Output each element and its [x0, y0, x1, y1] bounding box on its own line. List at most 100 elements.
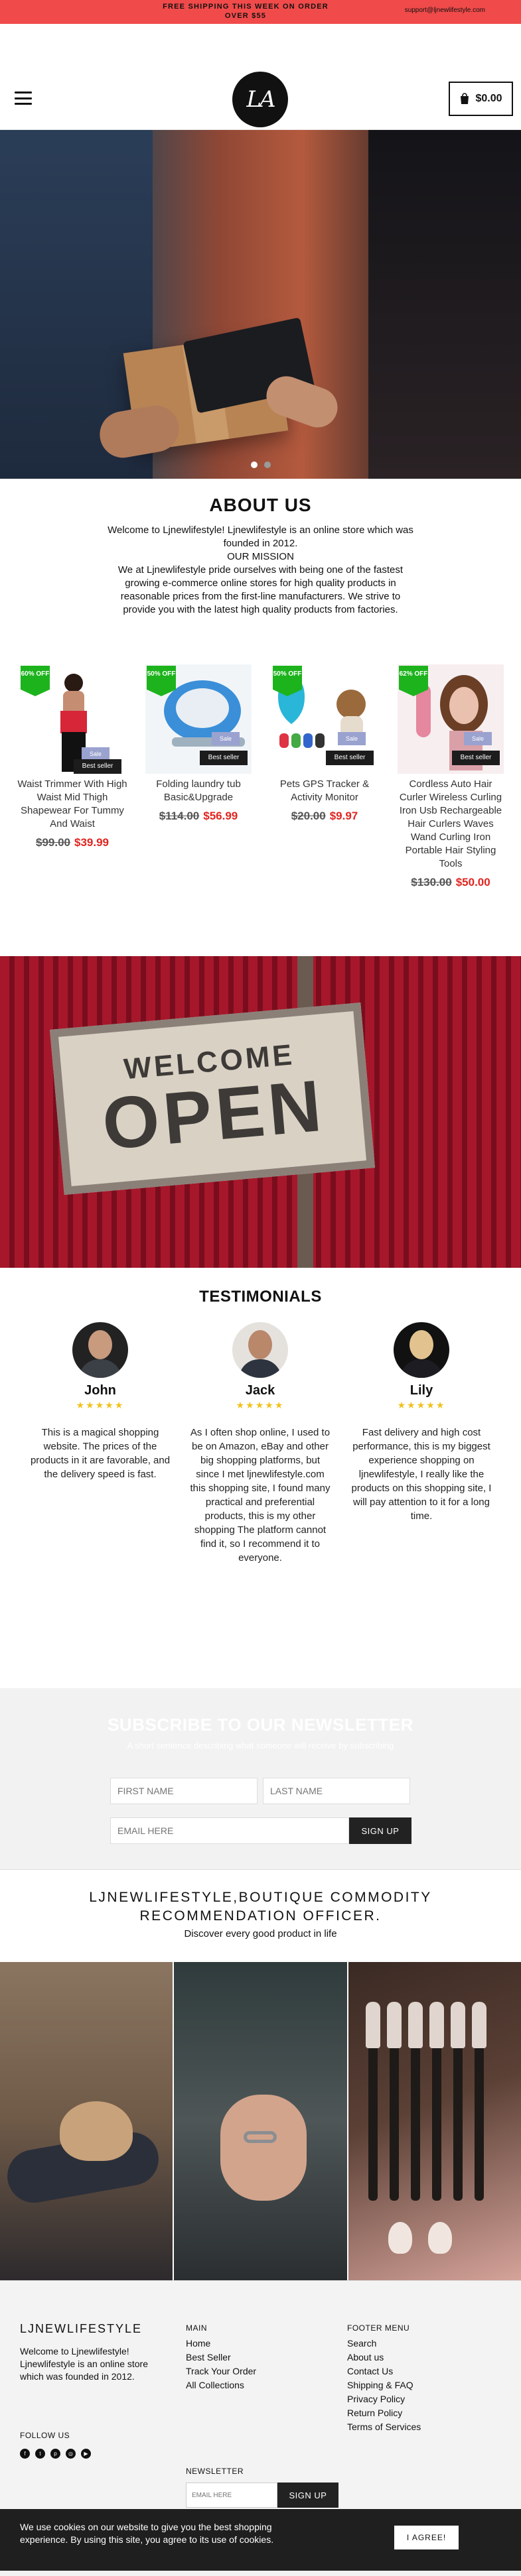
product-image[interactable]: 62% OFF Sale Best seller [398, 664, 504, 774]
product-card[interactable]: 50% OFF Sale Best seller Folding laundry… [139, 664, 258, 823]
email-input[interactable] [110, 1817, 349, 1844]
mission-text: We at Ljnewlifestyle pride ourselves wit… [117, 564, 404, 615]
footer-link-search[interactable]: Search [347, 2337, 421, 2351]
avatar [72, 1322, 128, 1378]
gallery-image-dog[interactable] [0, 1962, 173, 2280]
cookie-agree-button[interactable]: I AGREE! [394, 2526, 459, 2549]
footer-link-about[interactable]: About us [347, 2351, 421, 2364]
original-price: $130.00 [411, 876, 452, 889]
footer-main-title: MAIN [186, 2323, 207, 2333]
rating-stars: ★★★★★ [397, 1400, 446, 1410]
lifestyle-gallery [0, 1962, 521, 2280]
boutique-subtitle: Discover every good product in life [184, 1928, 337, 1939]
testimonials-section: TESTIMONIALS John ★★★★★ This is a magica… [0, 1268, 521, 1711]
last-name-input[interactable] [263, 1778, 410, 1804]
site-logo[interactable]: LA [232, 72, 288, 127]
footer-link-home[interactable]: Home [186, 2337, 256, 2351]
first-name-input[interactable] [110, 1778, 258, 1804]
cart-bag-icon [461, 93, 469, 104]
footer-menu: FOOTER MENU Search About us Contact Us S… [347, 2323, 421, 2434]
rating-stars: ★★★★★ [76, 1400, 125, 1410]
footer-brand: LJNEWLIFESTYLE [20, 2322, 143, 2335]
sale-price: $56.99 [203, 810, 238, 822]
slide-dot[interactable] [263, 461, 271, 468]
newsletter-section: SUBSCRIBE TO OUR NEWSLETTER A short sent… [0, 1688, 521, 1869]
pinterest-icon[interactable]: p [50, 2449, 60, 2459]
sale-badge: Sale [82, 747, 110, 761]
product-name[interactable]: Pets GPS Tracker & Activity Monitor [265, 778, 384, 804]
follow-us-label: FOLLOW US [20, 2431, 70, 2440]
about-intro: Welcome to Ljnewlifestyle! Ljnewlifestyl… [108, 524, 413, 549]
about-section: ABOUT US Welcome to Ljnewlifestyle! Ljne… [0, 479, 521, 664]
boutique-banner: LJNEWLIFESTYLE,BOUTIQUE COMMODITY RECOMM… [0, 1869, 521, 1962]
welcome-open-banner: WELCOME OPEN [0, 956, 521, 1268]
footer-link-terms[interactable]: Terms of Services [347, 2420, 421, 2434]
product-price: $114.00 $56.99 [139, 810, 258, 823]
footer-main-menu: MAIN Home Best Seller Track Your Order A… [186, 2323, 256, 2392]
newsletter-title: SUBSCRIBE TO OUR NEWSLETTER [108, 1715, 413, 1735]
product-name[interactable]: Waist Trimmer With High Waist Mid Thigh … [13, 778, 131, 831]
announcement-bar: FREE SHIPPING THIS WEEK ON ORDER OVER $5… [0, 0, 521, 24]
hero-recipient [368, 130, 521, 479]
original-price: $99.00 [36, 836, 70, 849]
twitter-icon[interactable]: t [35, 2449, 45, 2459]
sale-price: $9.97 [329, 810, 358, 822]
slide-dot[interactable] [250, 461, 258, 468]
footer-link-best-seller[interactable]: Best Seller [186, 2351, 256, 2364]
mission-label: OUR MISSION [227, 551, 294, 562]
announcement-message: FREE SHIPPING THIS WEEK ON ORDER OVER $5… [163, 3, 329, 20]
youtube-icon[interactable]: ▶ [81, 2449, 91, 2459]
cart-button[interactable]: $0.00 [449, 82, 513, 116]
product-card[interactable]: 60% OFF Sale Best seller Waist Trimmer W… [13, 664, 131, 849]
footer-link-contact[interactable]: Contact Us [347, 2364, 421, 2378]
site-header: LA $0.00 [0, 24, 521, 130]
product-name[interactable]: Folding laundry tub Basic&Upgrade [139, 778, 258, 804]
rating-stars: ★★★★★ [236, 1400, 285, 1410]
original-price: $20.00 [291, 810, 326, 822]
footer-newsletter: NEWSLETTER SIGN UP [186, 2467, 338, 2508]
boutique-title: LJNEWLIFESTYLE,BOUTIQUE COMMODITY RECOMM… [89, 1890, 432, 1924]
sign-open-text: OPEN [99, 1064, 329, 1166]
footer-newsletter-title: NEWSLETTER [186, 2467, 244, 2476]
testimonial-quote: Fast delivery and high cost performance,… [351, 1427, 492, 1522]
footer-email-input[interactable] [186, 2483, 277, 2508]
instagram-icon[interactable]: ◎ [66, 2449, 76, 2459]
avatar [232, 1322, 288, 1378]
cookie-text: We use cookies on our website to give yo… [20, 2522, 274, 2545]
facebook-icon[interactable]: f [20, 2449, 30, 2459]
product-name[interactable]: Cordless Auto Hair Curler Wireless Curli… [392, 778, 510, 871]
footer-link-track-order[interactable]: Track Your Order [186, 2364, 256, 2378]
footer-link-all-collections[interactable]: All Collections [186, 2378, 256, 2392]
footer-menu-title: FOOTER MENU [347, 2323, 410, 2333]
cookie-banner: We use cookies on our website to give yo… [0, 2509, 521, 2571]
cart-total: $0.00 [475, 93, 502, 104]
product-card[interactable]: 62% OFF Sale Best seller Cordless Auto H… [392, 664, 510, 889]
product-image[interactable]: 50% OFF Sale Best seller [145, 664, 252, 774]
footer-link-return[interactable]: Return Policy [347, 2406, 421, 2420]
support-email-link[interactable]: support@ljnewlifestyle.com [405, 7, 485, 14]
testimonial-name: Jack [245, 1383, 275, 1398]
footer-signup-button[interactable]: SIGN UP [277, 2483, 338, 2508]
product-card[interactable]: 50% OFF Sale Best seller Pets GPS Tracke… [265, 664, 384, 823]
gallery-image-ring[interactable] [174, 1962, 347, 2280]
signup-button[interactable]: SIGN UP [349, 1817, 411, 1844]
best-seller-badge: Best seller [200, 751, 248, 765]
sale-badge: Sale [464, 732, 492, 745]
best-seller-badge: Best seller [74, 759, 121, 774]
sale-price: $50.00 [455, 876, 490, 889]
logo-monogram: LA [246, 86, 275, 113]
footer-link-shipping-faq[interactable]: Shipping & FAQ [347, 2378, 421, 2392]
testimonial-quote: This is a magical shopping website. The … [30, 1427, 171, 1480]
testimonials-title: TESTIMONIALS [199, 1288, 322, 1306]
sale-badge: Sale [212, 732, 240, 745]
footer-link-privacy[interactable]: Privacy Policy [347, 2392, 421, 2406]
original-price: $114.00 [159, 810, 200, 822]
product-image[interactable]: 50% OFF Sale Best seller [271, 664, 378, 774]
product-price: $99.00 $39.99 [13, 836, 131, 849]
gallery-image-makeup-brushes[interactable] [348, 1962, 521, 2280]
footer-description: Welcome to Ljnewlifestyle! Ljnewlifestyl… [20, 2346, 148, 2382]
about-title: ABOUT US [209, 495, 312, 515]
open-sign: WELCOME OPEN [49, 1002, 376, 1196]
menu-icon[interactable] [15, 92, 32, 105]
product-image[interactable]: 60% OFF Sale Best seller [19, 664, 125, 774]
